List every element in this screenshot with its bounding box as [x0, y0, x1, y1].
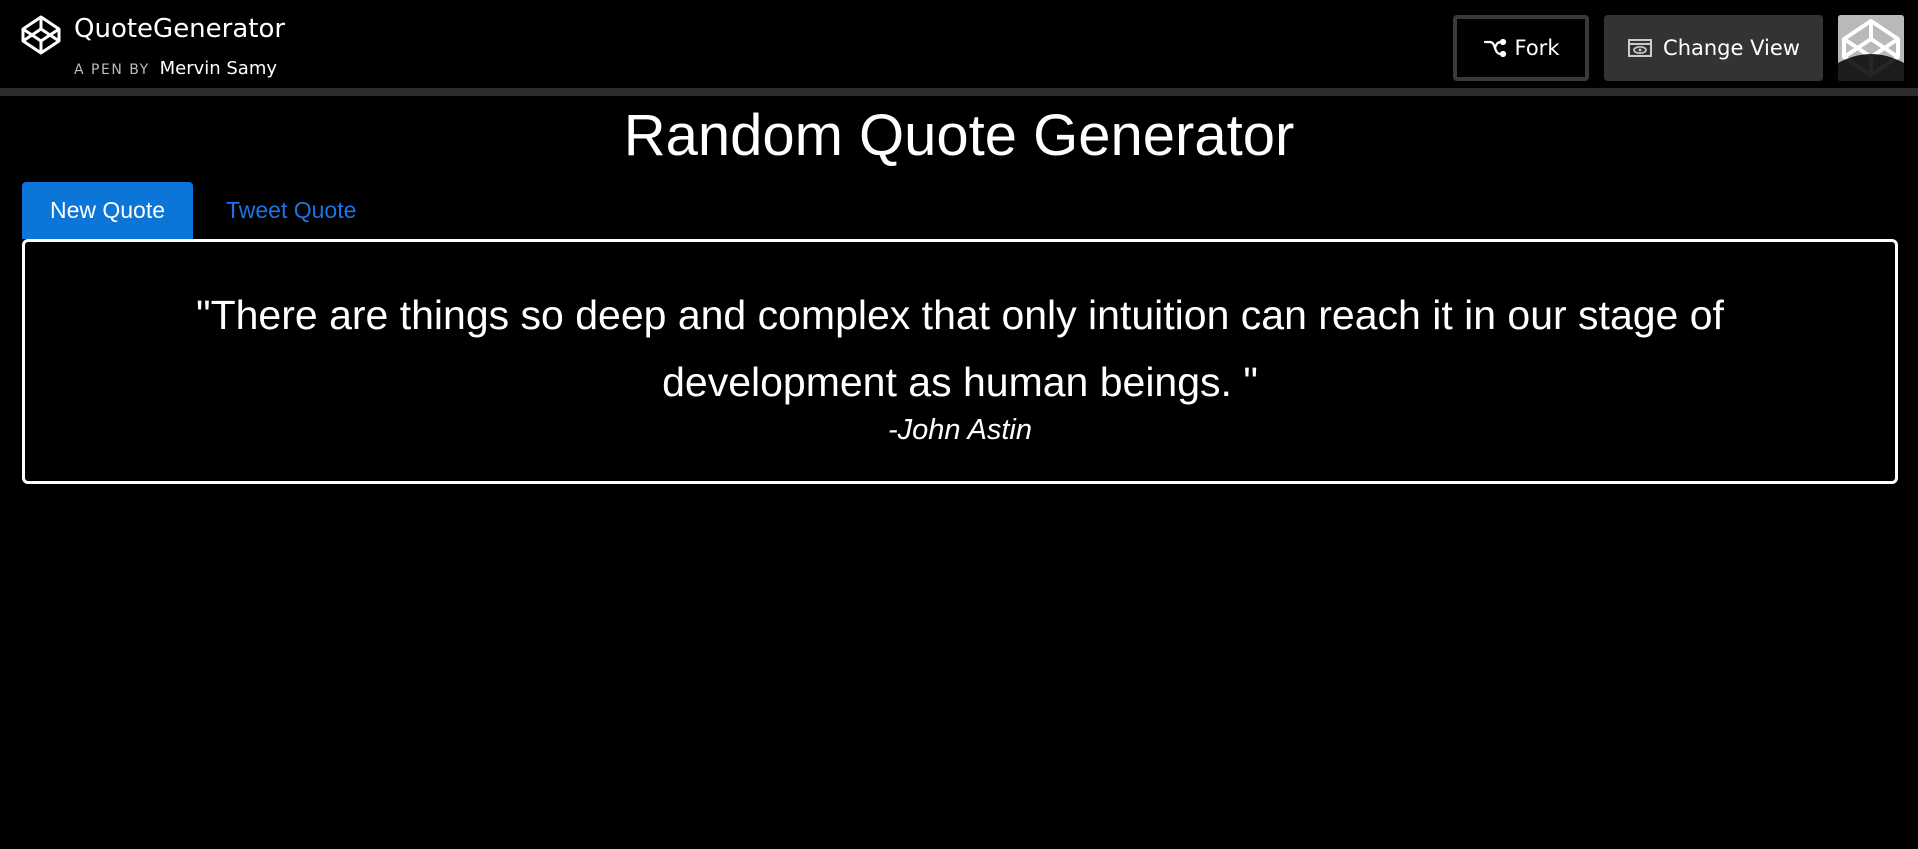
page-title: Random Quote Generator — [623, 103, 1295, 168]
codepen-avatar-icon — [1838, 15, 1904, 81]
codepen-logo-icon[interactable] — [20, 14, 62, 56]
pen-by-label: A PEN BY — [74, 62, 150, 78]
quote-card: "There are things so deep and complex th… — [22, 239, 1898, 484]
eye-icon — [1628, 39, 1653, 57]
tweet-quote-link[interactable]: Tweet Quote — [210, 182, 372, 239]
pen-byline: A PEN BY Mervin Samy — [74, 58, 277, 79]
fork-button[interactable]: Fork — [1453, 15, 1589, 81]
change-view-label: Change View — [1663, 36, 1800, 60]
author-link[interactable]: Mervin Samy — [160, 58, 277, 79]
new-quote-button[interactable]: New Quote — [22, 182, 193, 239]
pen-title[interactable]: QuoteGenerator — [74, 14, 285, 44]
fork-label: Fork — [1514, 36, 1560, 60]
quote-author: -John Astin — [888, 414, 1032, 446]
codepen-header: QuoteGenerator A PEN BY Mervin Samy Fork… — [0, 0, 1918, 96]
fork-icon — [1483, 38, 1506, 58]
user-avatar[interactable] — [1838, 15, 1904, 81]
quote-text: "There are things so deep and complex th… — [196, 292, 1724, 405]
change-view-button[interactable]: Change View — [1604, 15, 1823, 81]
